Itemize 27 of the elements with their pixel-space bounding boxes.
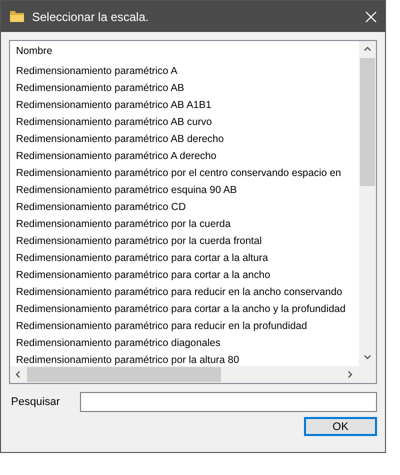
list-item[interactable]: Redimensionamiento paramétrico AB curvo <box>16 114 212 131</box>
close-icon[interactable] <box>365 10 377 22</box>
list-item[interactable]: Redimensionamiento paramétrico para cortar a la altura <box>16 250 268 267</box>
search-label: Pesquisar <box>10 396 61 408</box>
list-item[interactable]: Redimensionamiento paramétrico esquina 90 AB <box>16 182 237 199</box>
list-item[interactable]: Redimensionamiento paramétrico para reducir en la profundidad <box>16 318 308 335</box>
list-item[interactable]: Redimensionamiento paramétrico CD <box>16 199 186 216</box>
list-item[interactable]: Redimensionamiento paramétrico por la altura 80 <box>16 352 240 366</box>
vertical-scrollbar[interactable] <box>359 41 376 366</box>
list-item[interactable]: Redimensionamiento paramétrico por la cuerda <box>16 216 231 233</box>
list-item[interactable]: Redimensionamiento paramétrico para reducir en la ancho conservando <box>16 284 342 301</box>
list-item[interactable]: Redimensionamiento paramétrico diagonales <box>16 335 220 352</box>
list-item[interactable]: Redimensionamiento paramétrico por la cuerda frontal <box>16 233 262 250</box>
list-item[interactable]: Redimensionamiento paramétrico para cortar a la ancho <box>16 267 270 284</box>
folder-icon <box>9 10 25 23</box>
column-header[interactable]: Nombre <box>16 43 359 63</box>
list-item[interactable]: Redimensionamiento paramétrico A <box>16 63 178 80</box>
list-item[interactable]: Redimensionamiento paramétrico A derecho <box>16 148 216 165</box>
ok-button[interactable]: OK <box>304 417 377 436</box>
horizontal-scrollbar[interactable] <box>10 366 359 383</box>
list-item[interactable]: Redimensionamiento paramétrico AB <box>16 80 184 97</box>
list-item[interactable]: Redimensionamiento paramétrico AB derecho <box>16 131 224 148</box>
list-item[interactable]: Redimensionamiento paramétrico para cortar a la ancho y la profundidad <box>16 301 346 318</box>
list-item[interactable]: Redimensionamiento paramétrico por el centro conservando espacio en <box>16 165 342 182</box>
window-title: Seleccionar la escala. <box>32 10 150 24</box>
search-field[interactable] <box>80 392 377 412</box>
list-item[interactable]: Redimensionamiento paramétrico AB A1B1 <box>16 97 212 114</box>
